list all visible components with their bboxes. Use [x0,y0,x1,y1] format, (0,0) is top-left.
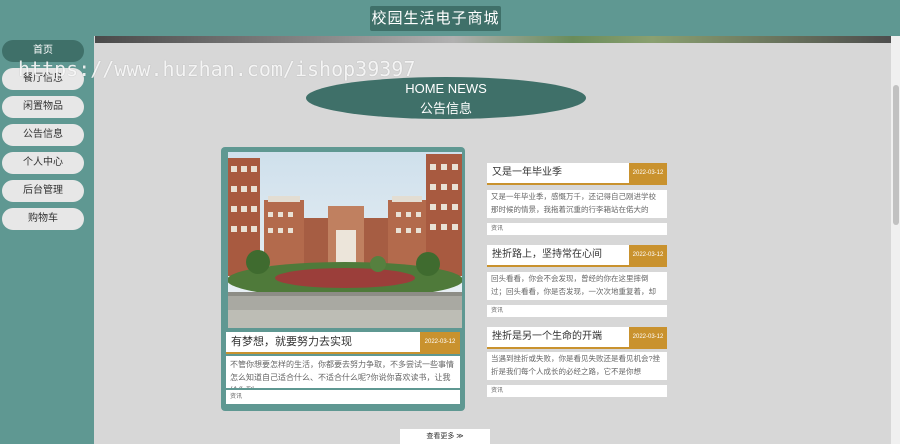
news-section-header: HOME NEWS 公告信息 [306,77,586,119]
news-item-title-bar[interactable]: 又是一年毕业季 2022-03-12 [487,163,667,185]
sidebar-item-announcements[interactable]: 公告信息 [2,124,84,146]
featured-news-category: 资讯 [226,390,460,404]
sidebar-item-secondhand[interactable]: 闲置物品 [2,96,84,118]
featured-news-excerpt: 不管你想要怎样的生活，你都要去努力争取，不多尝试一些事情怎么知道自己适合什么、不… [226,356,460,388]
news-item-category: 资讯 [487,385,667,397]
news-item-excerpt: 回头看看，你会不会发现，曾经的你在这里摔倒过；回头看看，你是否发现，一次次地重复… [487,272,667,300]
news-title-en: HOME NEWS [405,81,487,96]
featured-news-title-bar[interactable]: 有梦想，就要努力去实现 2022-03-12 [226,332,460,354]
banner-image-strip [95,36,891,43]
news-item-title[interactable]: 挫折路上，坚持常在心间 [492,245,602,265]
news-item-title-bar[interactable]: 挫折路上，坚持常在心间 2022-03-12 [487,245,667,267]
news-item-title-bar[interactable]: 挫折是另一个生命的开端 2022-03-12 [487,327,667,349]
featured-news-image[interactable] [228,152,462,328]
featured-news-date: 2022-03-12 [420,332,460,352]
featured-news-title[interactable]: 有梦想，就要努力去实现 [231,332,352,352]
news-item-title[interactable]: 挫折是另一个生命的开端 [492,327,602,347]
news-item-excerpt: 当遇到挫折或失败，你是看见失败还是看见机会?挫折是我们每个人成长的必经之路，它不… [487,352,667,380]
news-item-category: 资讯 [487,305,667,317]
news-item-title[interactable]: 又是一年毕业季 [492,163,562,183]
watermark-text: https://www.huzhan.com/ishop39397 [18,57,416,81]
scrollbar-thumb[interactable] [893,85,899,225]
sidebar-item-admin[interactable]: 后台管理 [2,180,84,202]
sidebar-item-profile[interactable]: 个人中心 [2,152,84,174]
news-title-cn: 公告信息 [419,101,472,116]
news-item-category: 资讯 [487,223,667,235]
news-item-excerpt: 又是一年毕业季，感慨万千，还记得自己刚进学校那时候的情景，我拖着沉重的行李箱站在… [487,190,667,218]
news-item-date: 2022-03-12 [629,163,667,183]
view-more-button[interactable]: 查看更多 ≫ [400,429,490,444]
site-title: 校园生活电子商城 [370,6,501,31]
news-item-date: 2022-03-12 [629,245,667,265]
sidebar-item-cart[interactable]: 购物车 [2,208,84,230]
news-item-date: 2022-03-12 [629,327,667,347]
